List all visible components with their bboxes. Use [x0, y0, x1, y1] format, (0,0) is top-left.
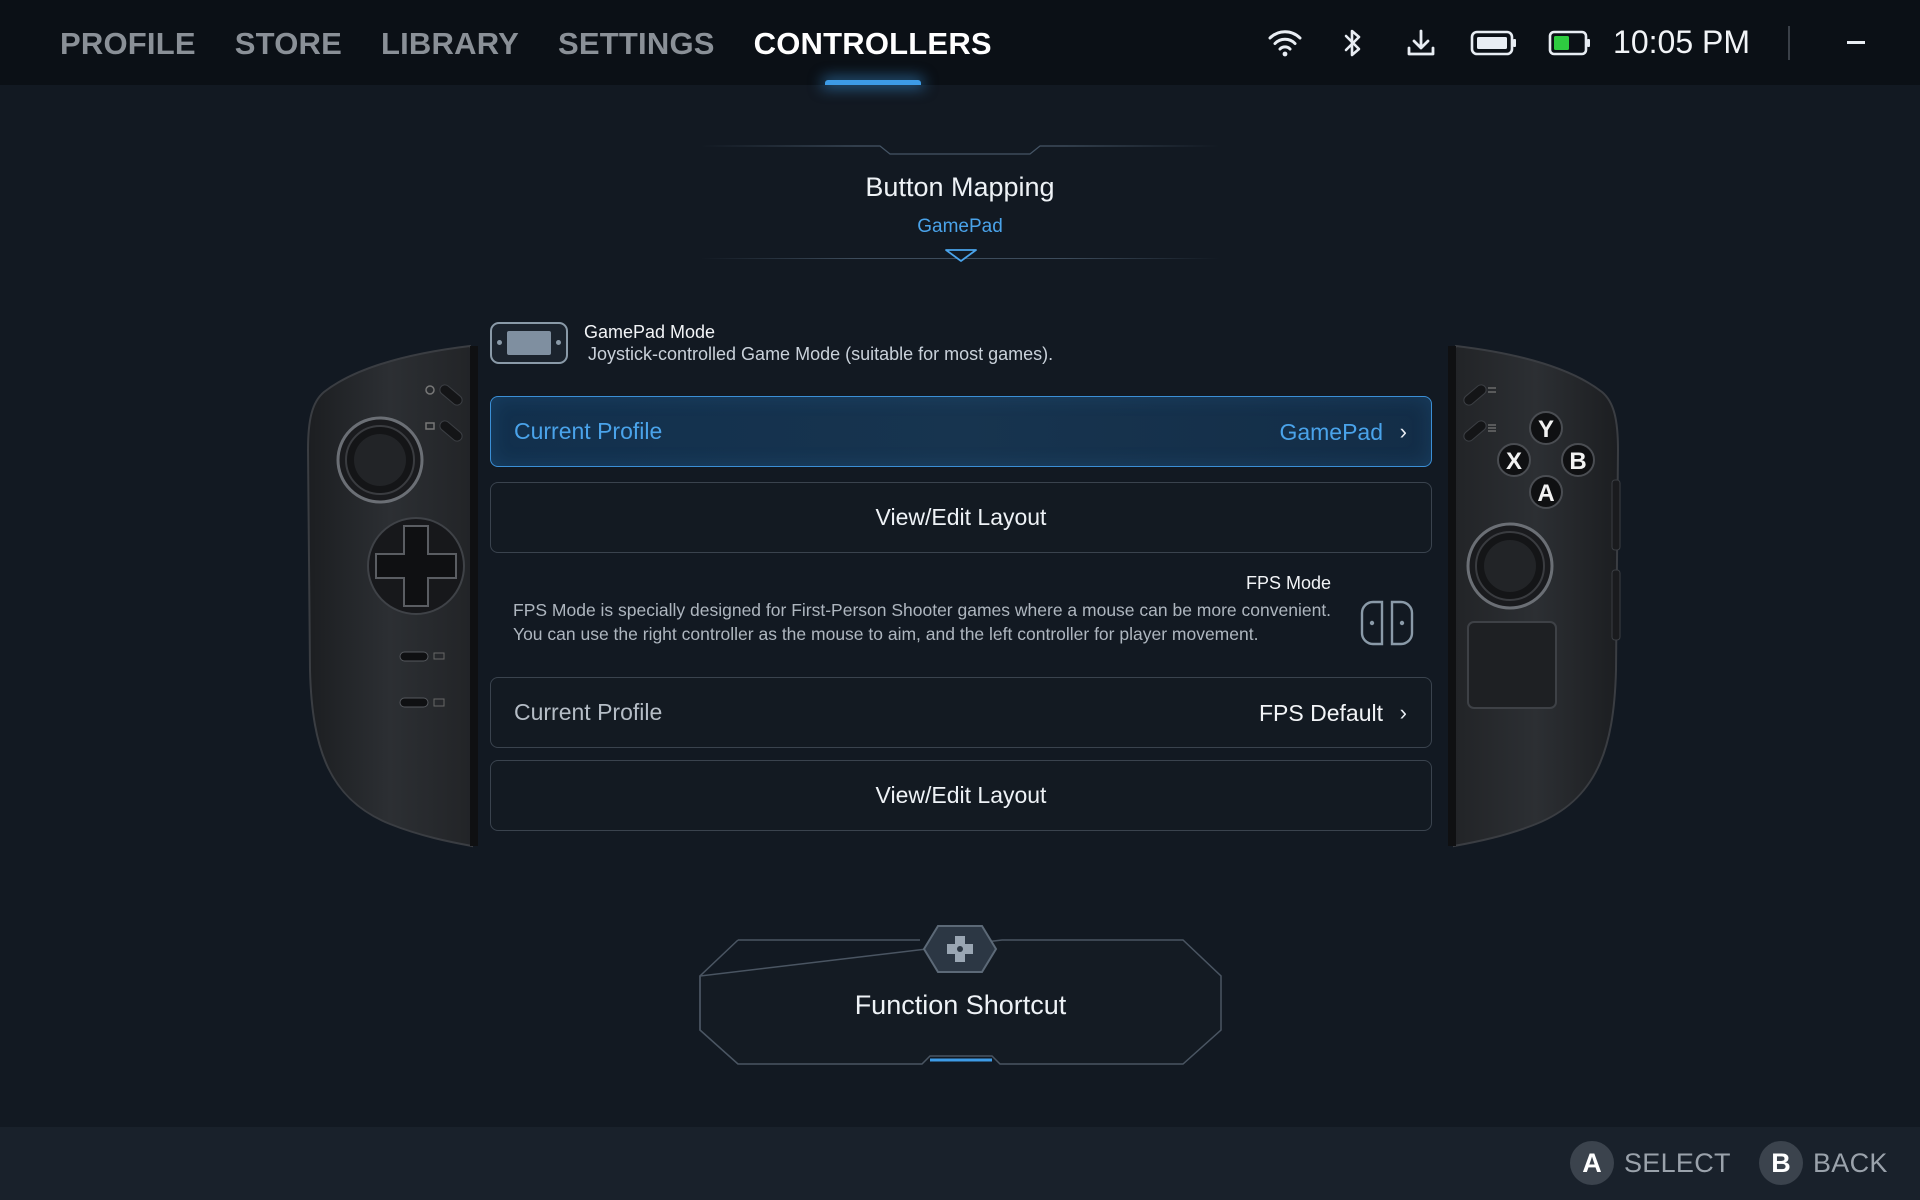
b-button-icon: B — [1759, 1141, 1803, 1185]
function-shortcut-label: Function Shortcut — [854, 990, 1067, 1020]
fps-view-edit-layout-button[interactable]: View/Edit Layout — [490, 760, 1432, 831]
tab-profile[interactable]: PROFILE — [60, 0, 196, 85]
face-button-y: Y — [1529, 411, 1563, 445]
chevron-right-icon: › — [1399, 419, 1407, 444]
function-shortcut-button[interactable]: Function Shortcut — [698, 925, 1223, 1066]
a-button-icon: A — [1570, 1141, 1614, 1185]
fps-view-edit-layout-label: View/Edit Layout — [875, 782, 1047, 808]
page-title: Button Mapping — [865, 172, 1055, 202]
fps-current-profile-label: Current Profile — [514, 699, 663, 725]
back-hint-label: BACK — [1813, 1147, 1888, 1178]
gamepad-view-edit-layout-button[interactable]: View/Edit Layout — [490, 482, 1432, 553]
face-button-a: A — [1529, 475, 1563, 509]
battery-icon — [1547, 23, 1593, 63]
svg-text:X: X — [1506, 448, 1522, 475]
back-hint[interactable]: B BACK — [1759, 1141, 1888, 1185]
page-subtitle: GamePad — [917, 216, 1003, 237]
header-top-frame — [700, 145, 1220, 155]
gamepad-cross-icon — [922, 925, 998, 973]
wifi-icon — [1265, 23, 1305, 63]
tab-controllers[interactable]: CONTROLLERS — [754, 0, 992, 85]
gamepad-view-edit-layout-label: View/Edit Layout — [875, 504, 1047, 530]
face-button-b: B — [1561, 443, 1595, 477]
svg-text:Y: Y — [1538, 416, 1554, 443]
gamepad-current-profile-row[interactable]: Current Profile GamePad › — [490, 396, 1432, 467]
chevron-right-icon: › — [1399, 700, 1407, 725]
clock: 10:05 PM — [1613, 24, 1750, 60]
tab-store[interactable]: STORE — [235, 0, 342, 85]
face-button-x: X — [1497, 443, 1531, 477]
gamepad-current-profile-value: GamePad — [1279, 419, 1383, 445]
gamepad-mode-title: GamePad Mode — [584, 322, 716, 342]
status-area: 10:05 PM — [1265, 0, 1920, 85]
tab-library[interactable]: LIBRARY — [381, 0, 519, 85]
gamepad-mode-description: Joystick-controlled Game Mode (suitable … — [588, 344, 1054, 364]
svg-text:B: B — [1569, 448, 1586, 475]
fps-current-profile-value: FPS Default — [1259, 700, 1383, 726]
download-icon — [1401, 23, 1441, 63]
select-hint[interactable]: A SELECT — [1570, 1141, 1731, 1185]
divider — [1788, 25, 1790, 60]
select-hint-label: SELECT — [1624, 1147, 1731, 1178]
fps-mode-title: FPS Mode — [1246, 573, 1332, 593]
fps-mode-icon — [1360, 600, 1414, 646]
svg-text:A: A — [1537, 480, 1554, 507]
gamepad-current-profile-label: Current Profile — [514, 418, 663, 444]
gamepad-mode-icon — [490, 322, 568, 364]
left-controller-image — [306, 344, 478, 848]
right-controller-image: Y X B A — [1448, 344, 1621, 848]
fps-mode-description: FPS Mode is specially designed for First… — [513, 600, 1332, 644]
top-navigation-bar: PROFILE STORE LIBRARY SETTINGS CONTROLLE… — [0, 0, 1920, 85]
fps-current-profile-row[interactable]: Current Profile FPS Default › — [490, 677, 1432, 748]
bluetooth-icon — [1333, 23, 1373, 63]
main-tabs: PROFILE STORE LIBRARY SETTINGS CONTROLLE… — [60, 0, 1031, 85]
controller-battery-icon — [1469, 23, 1519, 63]
dropdown-chevron-icon[interactable] — [944, 248, 978, 264]
minimize-button[interactable] — [1832, 23, 1880, 63]
bottom-hint-bar: A SELECT B BACK — [0, 1127, 1920, 1200]
minimize-icon — [1847, 41, 1865, 44]
gamepad-mode-header: GamePad Mode Joystick-controlled Game Mo… — [490, 322, 1430, 368]
tab-settings[interactable]: SETTINGS — [558, 0, 715, 85]
